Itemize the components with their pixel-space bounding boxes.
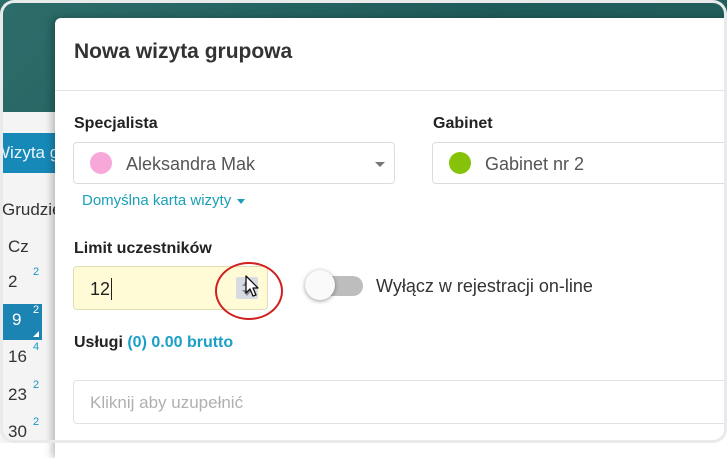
services-amount: 0.00 brutto — [151, 334, 234, 351]
calendar-header-text: Wizyta gru — [0, 143, 60, 162]
limit-label: Limit uczestników — [74, 240, 212, 257]
services-summary: Usługi (0) 0.00 brutto — [74, 334, 233, 352]
calendar-day-cell-selected[interactable]: 9 2 — [0, 304, 42, 340]
calendar-day-count: 2 — [33, 304, 40, 316]
selected-corner-icon — [33, 331, 39, 337]
specialist-color-dot — [90, 152, 112, 174]
toggle-knob[interactable] — [305, 270, 335, 300]
calendar-day-cell[interactable]: 30 2 — [0, 416, 45, 452]
modal-title: Nowa wizyta grupowa — [74, 40, 293, 63]
room-color-dot — [449, 152, 471, 174]
calendar-day-count: 2 — [33, 416, 40, 428]
room-label: Gabinet — [433, 115, 493, 132]
room-select[interactable]: Gabinet nr 2 — [432, 142, 727, 184]
services-input[interactable]: Kliknij aby uzupełnić — [73, 380, 727, 424]
calendar-day-cell[interactable]: 23 2 — [0, 379, 45, 415]
calendar-day-number: 16 — [8, 347, 27, 366]
chevron-down-icon — [375, 162, 385, 167]
calendar-day-number: 30 — [8, 422, 27, 441]
caret-down-icon — [237, 198, 246, 204]
calendar-day-cell[interactable]: 2 2 — [0, 266, 45, 302]
specialist-value: Aleksandra Mak — [126, 154, 256, 174]
calendar-day-number: 23 — [8, 385, 27, 404]
calendar-day-number: 2 — [8, 272, 18, 291]
calendar-weekday-label: Cz — [8, 237, 29, 256]
services-count[interactable]: (0) — [127, 334, 147, 351]
specialist-select[interactable]: Aleksandra Mak — [73, 142, 395, 184]
calendar-day-count: 4 — [33, 341, 40, 353]
services-label: Usługi — [74, 334, 123, 351]
default-visit-card-link[interactable]: Domyślna karta wizyty — [82, 192, 246, 209]
highlight-circle — [215, 262, 283, 320]
calendar-header-bar: Wizyta gru — [0, 133, 60, 173]
calendar-day-cell[interactable]: 16 4 — [0, 341, 45, 377]
specialist-label: Specjalista — [74, 115, 158, 132]
calendar-day-count: 2 — [33, 379, 40, 391]
calendar-day-number: 9 — [12, 310, 22, 329]
text-cursor — [111, 278, 112, 300]
calendar-day-count: 2 — [33, 266, 40, 278]
default-visit-card-label: Domyślna karta wizyty — [82, 192, 232, 209]
room-value: Gabinet nr 2 — [485, 154, 585, 174]
services-placeholder: Kliknij aby uzupełnić — [90, 393, 244, 412]
online-registration-label: Wyłącz w rejestracji on-line — [376, 276, 593, 296]
header-divider — [55, 90, 727, 91]
participant-limit-value: 12 — [90, 279, 111, 299]
group-visit-modal: Nowa wizyta grupowa Specjalista Aleksand… — [55, 18, 727, 458]
